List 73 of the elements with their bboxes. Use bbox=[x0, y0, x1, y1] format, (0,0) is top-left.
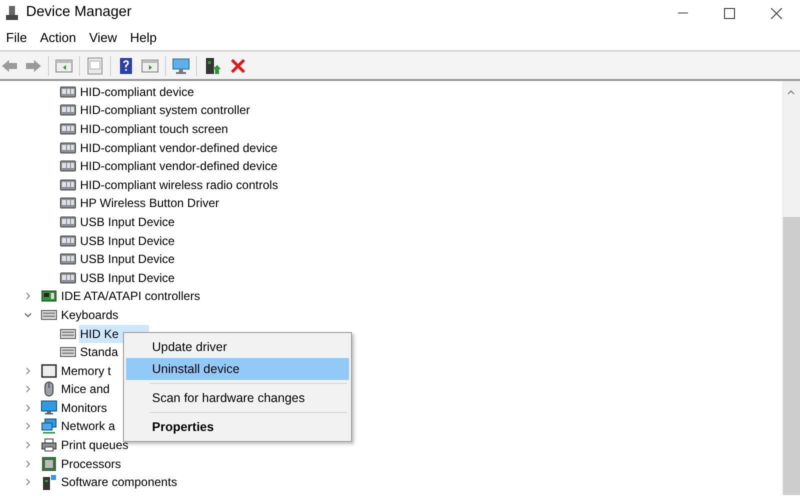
hid-device-icon bbox=[60, 270, 76, 285]
category-item[interactable]: Print queues bbox=[60, 436, 130, 454]
device-item[interactable]: HID-compliant touch screen bbox=[79, 120, 230, 138]
device-item[interactable]: USB Input Device bbox=[79, 212, 176, 231]
category-item[interactable]: Keyboards bbox=[60, 306, 120, 324]
device-item[interactable]: USB Input Device bbox=[79, 232, 176, 250]
panel-icon[interactable] bbox=[141, 56, 159, 74]
controller-card-icon bbox=[40, 289, 56, 304]
device-item[interactable]: HID-compliant vendor-defined device bbox=[79, 157, 278, 176]
device-item[interactable]: USB Input Device bbox=[79, 250, 176, 268]
memory-icon bbox=[40, 364, 56, 378]
hid-device-icon bbox=[60, 84, 76, 99]
expand-chevron-icon[interactable] bbox=[24, 422, 32, 430]
context-menu-item[interactable]: Properties bbox=[126, 416, 349, 438]
expand-chevron-icon[interactable] bbox=[24, 404, 32, 412]
processor-icon bbox=[40, 456, 56, 472]
category-item[interactable]: Network a bbox=[60, 417, 116, 436]
scrollbar[interactable] bbox=[782, 81, 800, 495]
context-menu-item[interactable]: Uninstall device bbox=[126, 358, 349, 380]
menu-item[interactable]: Help bbox=[125, 28, 162, 48]
hid-device-icon bbox=[60, 234, 76, 248]
expand-chevron-icon[interactable] bbox=[24, 441, 32, 450]
software-component-icon bbox=[40, 474, 56, 491]
device-item[interactable]: USB Input Device bbox=[79, 268, 176, 287]
device-manager-icon bbox=[5, 5, 19, 21]
menu-item[interactable]: File bbox=[1, 28, 32, 48]
hid-device-icon bbox=[60, 178, 76, 192]
device-item[interactable]: HID-compliant system controller bbox=[79, 101, 252, 120]
category-item[interactable]: Monitors bbox=[60, 398, 108, 417]
delete-icon[interactable] bbox=[229, 56, 247, 74]
device-item[interactable]: HP Wireless Button Driver bbox=[79, 194, 220, 212]
menu-item[interactable]: Action bbox=[34, 28, 82, 48]
scroll-up-icon[interactable] bbox=[787, 89, 795, 95]
window-title: Device Manager bbox=[26, 3, 132, 22]
keyboard-icon bbox=[60, 346, 76, 358]
category-item[interactable]: Mice and bbox=[60, 380, 111, 398]
maximize-icon bbox=[724, 8, 734, 18]
minimize-icon bbox=[678, 12, 688, 14]
context-menu-item[interactable]: Scan for hardware changes bbox=[126, 387, 349, 409]
category-item[interactable]: Processors bbox=[60, 454, 122, 473]
collapse-chevron-icon[interactable] bbox=[24, 310, 32, 319]
close-icon bbox=[770, 8, 782, 18]
hid-device-icon bbox=[60, 159, 76, 174]
hid-device-icon bbox=[60, 140, 76, 155]
device-item[interactable]: Standa bbox=[79, 343, 120, 362]
expand-chevron-icon[interactable] bbox=[24, 478, 32, 486]
scrollbar-thumb[interactable] bbox=[782, 217, 800, 495]
scan-monitor-icon[interactable] bbox=[172, 56, 190, 74]
category-item[interactable]: IDE ATA/ATAPI controllers bbox=[60, 287, 202, 306]
keyboard-icon bbox=[40, 308, 56, 321]
device-item[interactable]: HID-compliant device bbox=[79, 82, 196, 101]
printer-icon bbox=[40, 438, 56, 452]
panel-icon[interactable] bbox=[55, 56, 73, 74]
properties-sheet-icon[interactable] bbox=[86, 56, 104, 74]
expand-chevron-icon[interactable] bbox=[24, 292, 32, 300]
update-driver-icon[interactable] bbox=[203, 56, 221, 74]
help-icon[interactable] bbox=[117, 56, 135, 74]
device-item[interactable]: HID-compliant vendor-defined device bbox=[79, 138, 278, 157]
hid-device-icon bbox=[60, 122, 76, 136]
monitor-icon bbox=[40, 400, 56, 416]
category-item[interactable]: Memory t bbox=[60, 362, 112, 380]
hid-device-icon bbox=[60, 103, 76, 118]
expand-chevron-icon[interactable] bbox=[24, 460, 32, 468]
hid-device-icon bbox=[60, 252, 76, 266]
category-item[interactable]: Software components bbox=[60, 473, 178, 492]
network-icon bbox=[40, 418, 56, 434]
hid-device-icon bbox=[60, 214, 76, 229]
device-item[interactable]: HID-compliant wireless radio controls bbox=[79, 176, 280, 194]
expand-chevron-icon[interactable] bbox=[24, 385, 32, 394]
keyboard-icon bbox=[60, 328, 76, 340]
hid-device-icon bbox=[60, 196, 76, 210]
expand-chevron-icon[interactable] bbox=[24, 366, 32, 375]
menu-item[interactable]: View bbox=[84, 28, 122, 48]
